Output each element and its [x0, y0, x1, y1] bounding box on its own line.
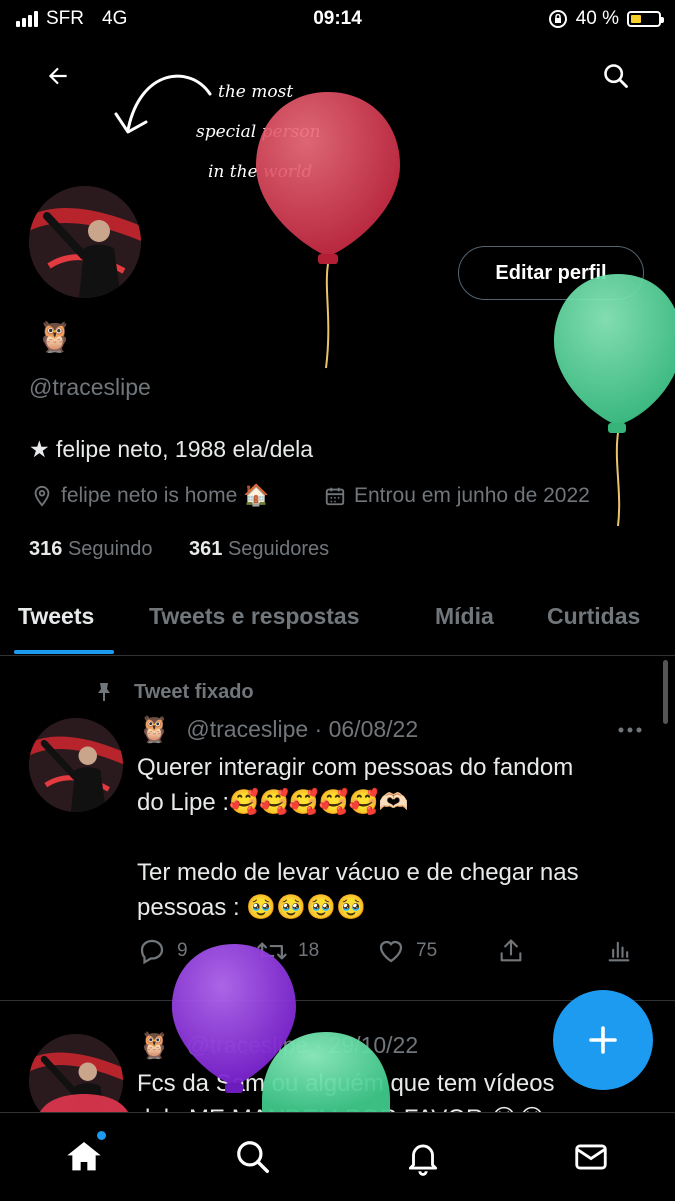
profile-location: felipe neto is home 🏠 — [31, 484, 269, 508]
plus-icon — [589, 1026, 617, 1054]
nav-search[interactable] — [231, 1135, 275, 1179]
search-icon — [604, 64, 628, 88]
bottom-nav — [0, 1112, 675, 1201]
battery-percent: 40 % — [575, 8, 619, 29]
back-button[interactable] — [38, 56, 78, 96]
notification-dot — [97, 1131, 106, 1140]
search-button[interactable] — [596, 56, 636, 96]
tweet-emoji: 🦉 — [138, 714, 171, 744]
followers-label: Seguidores — [227, 538, 330, 560]
share-button[interactable] — [494, 934, 528, 968]
profile-joined: Entrou em junho de 2022 — [324, 484, 590, 508]
like-button[interactable]: 75 — [376, 936, 437, 966]
orientation-lock-icon — [548, 10, 567, 28]
bell-icon — [408, 1144, 438, 1176]
pin-icon — [98, 683, 110, 701]
scrollbar[interactable] — [663, 660, 668, 724]
nav-notifications[interactable] — [401, 1135, 445, 1179]
tab-active-indicator — [14, 650, 114, 654]
avatar-image — [29, 186, 141, 298]
profile-bio: ★ felipe neto, 1988 ela/dela — [29, 436, 314, 462]
status-right: 40 % — [548, 8, 664, 30]
followers-link[interactable]: 361 Seguidores — [189, 538, 329, 561]
analytics-button[interactable] — [602, 934, 636, 968]
retweet-count: 18 — [298, 940, 320, 961]
tab-tweets-replies[interactable]: Tweets e respostas — [149, 603, 360, 630]
arrow-left-icon — [48, 67, 67, 85]
compose-tweet-button[interactable] — [553, 990, 653, 1090]
profile-avatar[interactable] — [29, 186, 141, 298]
tweet-text: Querer interagir com pessoas do fandom d… — [137, 750, 657, 925]
tab-media[interactable]: Mídia — [435, 603, 494, 630]
battery-icon — [627, 11, 664, 27]
location-text: felipe neto is home 🏠 — [61, 484, 270, 507]
reply-icon — [140, 939, 164, 965]
tweet-text-line: pessoas : 🥹🥹🥹🥹 — [137, 894, 366, 921]
green-balloon — [554, 274, 675, 527]
mail-icon — [575, 1144, 607, 1170]
following-label: Seguindo — [67, 538, 153, 560]
tab-likes[interactable]: Curtidas — [547, 603, 640, 630]
following-link[interactable]: 316 Seguindo — [29, 538, 152, 561]
like-count: 75 — [416, 940, 438, 961]
following-count: 316 — [29, 538, 63, 560]
tweet-avatar[interactable] — [29, 718, 123, 812]
more-icon — [618, 727, 642, 733]
tweet-text-line: Querer interagir com pessoas do fandom — [137, 754, 574, 781]
red-balloon — [256, 92, 400, 369]
green-balloon-2 — [262, 1032, 390, 1112]
pinned-label: Tweet fixado — [92, 680, 254, 704]
status-bar: SFR 4G 09:14 40 % — [0, 0, 675, 38]
pinned-text: Tweet fixado — [134, 680, 254, 703]
tweet-handle-date[interactable]: @traceslipe · 06/08/22 — [186, 716, 418, 743]
location-pin-icon — [34, 485, 50, 507]
calendar-icon — [325, 487, 345, 506]
search-icon — [237, 1141, 269, 1173]
home-icon — [67, 1142, 101, 1171]
tweet-more-button[interactable] — [612, 718, 648, 742]
heart-icon — [379, 940, 403, 963]
profile-tabs: Tweets Tweets e respostas Mídia Curtidas — [0, 595, 675, 656]
followers-count: 361 — [189, 538, 223, 560]
red-balloon-2 — [40, 1094, 128, 1112]
tweet-text-line: do Lipe :🥰🥰🥰🥰🥰🫶🏻 — [137, 789, 409, 816]
nav-messages[interactable] — [569, 1135, 613, 1179]
tweet-text-line: Ter medo de levar vácuo e de chegar nas — [137, 859, 579, 886]
analytics-icon — [608, 941, 630, 962]
tweet-emoji: 🦉 — [138, 1030, 171, 1060]
profile-emoji: 🦉 — [36, 321, 74, 354]
share-icon — [500, 939, 522, 962]
nav-home[interactable] — [62, 1131, 106, 1179]
avatar-image — [29, 718, 123, 812]
tweet-header: 🦉 @traceslipe · 06/08/22 — [138, 714, 418, 745]
profile-handle: @traceslipe — [29, 374, 151, 400]
tab-tweets[interactable]: Tweets — [18, 603, 94, 630]
